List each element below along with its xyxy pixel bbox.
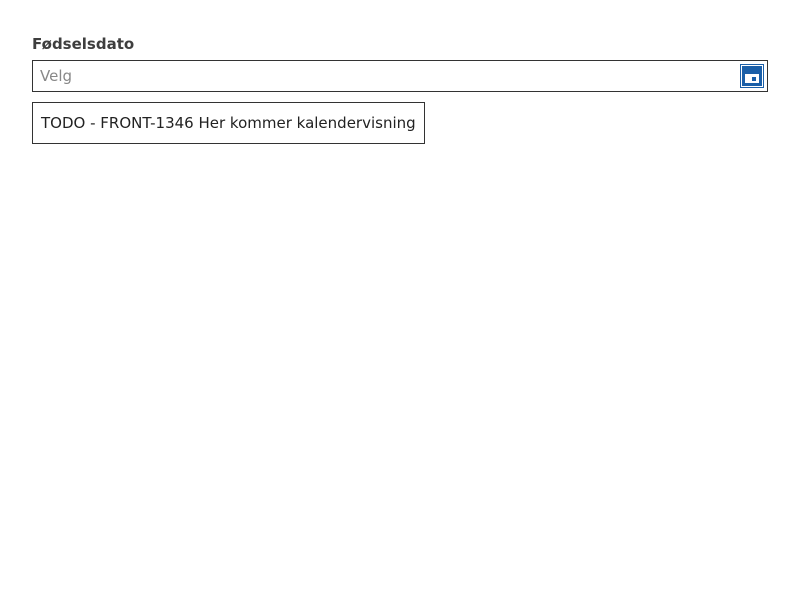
- birthdate-label: Fødselsdato: [32, 35, 135, 53]
- date-input-wrapper: [32, 60, 768, 92]
- calendar-icon: [742, 66, 762, 86]
- calendar-button[interactable]: [740, 64, 764, 88]
- calendar-placeholder-box: TODO - FRONT-1346 Her kommer kalendervis…: [32, 102, 425, 144]
- birthdate-field: Fødselsdato: [32, 34, 768, 92]
- birthdate-input[interactable]: [33, 61, 733, 91]
